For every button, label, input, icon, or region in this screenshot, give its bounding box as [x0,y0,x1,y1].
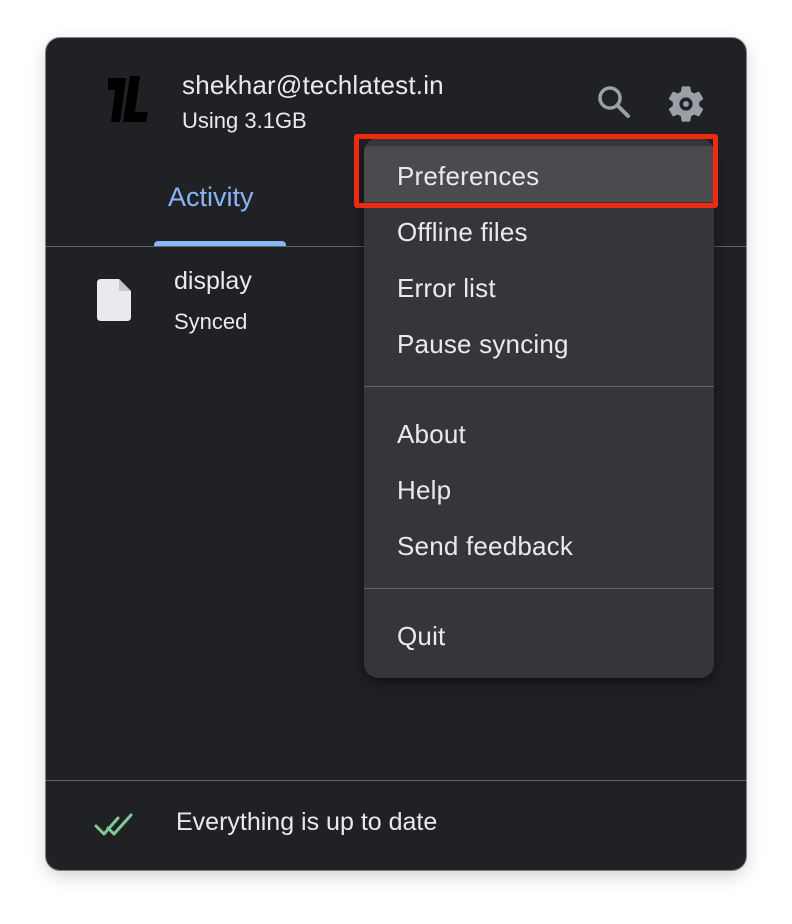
menu-item-label: Help [397,475,452,505]
menu-item-help[interactable]: Help [364,460,714,516]
menu-item-quit[interactable]: Quit [364,606,714,662]
search-button[interactable] [594,82,634,122]
file-sync-status: Synced [174,309,248,334]
menu-item-label: Pause syncing [397,329,569,359]
search-icon [598,86,630,118]
menu-item-label: About [397,419,466,449]
menu-item-label: Error list [397,273,496,303]
menu-item-about[interactable]: About [364,404,714,460]
tab-activity[interactable]: Activity [154,160,288,246]
double-check-icon [94,813,133,836]
techlatest-logo-icon [108,76,148,122]
settings-menu: Preferences Offline files Error list Pau… [364,138,714,678]
menu-item-label: Send feedback [397,531,574,561]
menu-item-label: Offline files [397,217,528,247]
menu-item-send-feedback[interactable]: Send feedback [364,516,714,572]
sync-status-text: Everything is up to date [176,808,438,836]
menu-item-preferences[interactable]: Preferences [364,146,714,202]
menu-item-pause-syncing[interactable]: Pause syncing [364,314,714,370]
storage-usage: Using 3.1GB [182,108,307,133]
menu-item-label: Preferences [397,161,540,191]
footer-divider [46,780,746,781]
menu-separator [364,386,714,387]
menu-separator [364,588,714,589]
menu-item-offline-files[interactable]: Offline files [364,202,714,258]
account-email: shekhar@techlatest.in [182,70,444,100]
menu-item-error-list[interactable]: Error list [364,258,714,314]
settings-button[interactable] [664,82,708,126]
tab-activity-label: Activity [168,182,254,212]
file-name: display [174,267,252,295]
file-icon [97,279,131,321]
gear-icon [668,86,704,122]
menu-item-label: Quit [397,621,446,651]
